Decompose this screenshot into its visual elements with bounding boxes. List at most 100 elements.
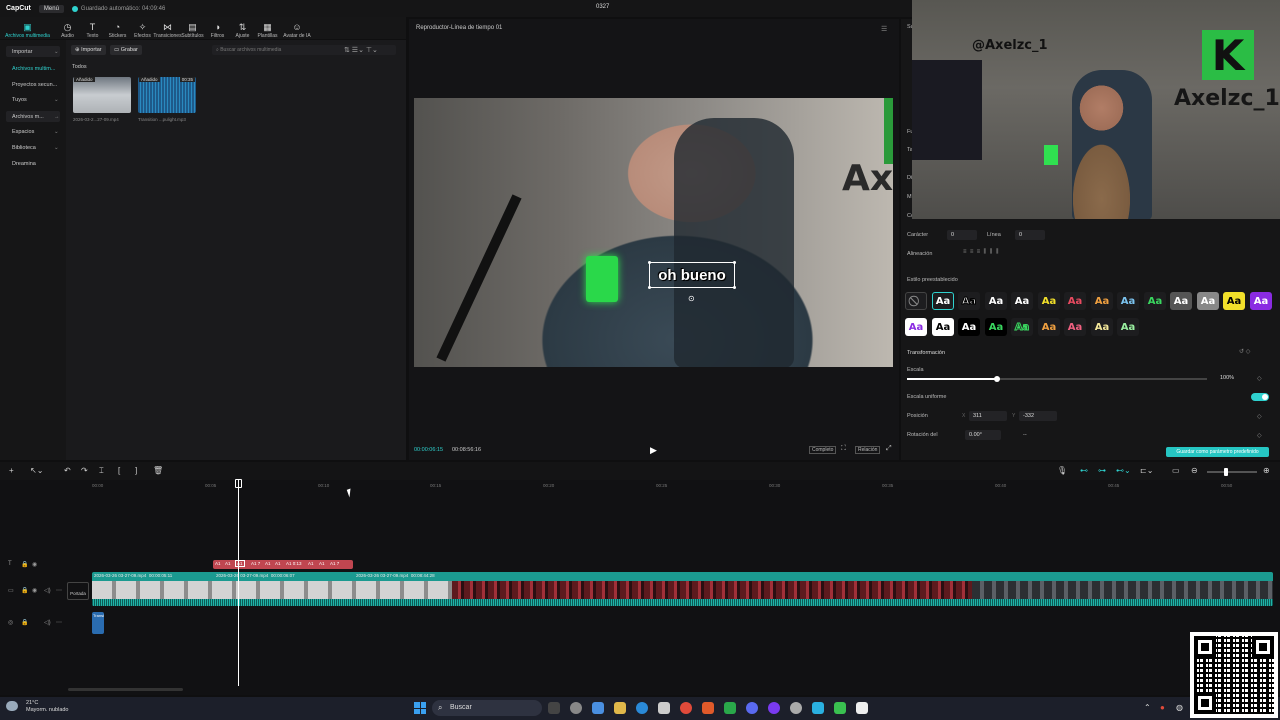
tool-audio[interactable]: ◷ Audio <box>55 22 80 39</box>
fit-icon[interactable]: ⛶ <box>841 445 846 453</box>
tool-stickers[interactable]: ◔ Stickers <box>105 22 130 39</box>
store-icon[interactable] <box>658 702 670 714</box>
split-icon[interactable]: ⌶ <box>99 466 104 476</box>
text-clip[interactable]: A1 <box>215 561 221 566</box>
audio-clip[interactable]: Transi <box>92 612 104 634</box>
gear-icon[interactable] <box>790 702 802 714</box>
more-icon[interactable]: ⋯ <box>56 587 62 594</box>
rotation-input[interactable]: 0.00° <box>965 430 1001 440</box>
eye-icon[interactable]: ◉ <box>32 587 37 594</box>
lock-icon[interactable]: 🔒 <box>21 561 28 568</box>
preset-style[interactable]: Aa <box>1038 318 1060 336</box>
add-icon[interactable]: + <box>9 466 14 475</box>
select-tool-icon[interactable]: ↖⌄ <box>30 466 43 475</box>
nav-media-files[interactable]: Archivos multim... <box>12 66 55 72</box>
playhead-handle[interactable] <box>235 479 242 488</box>
full-button[interactable]: Completo <box>809 446 837 454</box>
split-right-icon[interactable]: ] <box>135 466 137 475</box>
tool-adjust[interactable]: ⇅ Ajuste <box>230 22 255 39</box>
keyframe-icon[interactable]: ◇ <box>1257 413 1262 420</box>
scale-slider[interactable] <box>907 376 1207 382</box>
chrome-icon[interactable] <box>680 702 692 714</box>
discord-icon[interactable] <box>746 702 758 714</box>
scale-slider-thumb[interactable] <box>994 376 1000 382</box>
text-clip[interactable]: A1 0:13 <box>286 561 302 566</box>
save-preset-button[interactable]: Guardar como parámetro predefinido <box>1166 447 1269 457</box>
caption-box[interactable]: oh bueno <box>648 261 736 289</box>
preset-style[interactable]: Aa <box>1038 292 1060 310</box>
player-menu-icon[interactable]: ☰ <box>881 25 887 33</box>
text-clip[interactable]: A1 7 <box>251 561 260 566</box>
preset-style[interactable]: Aa <box>985 292 1007 310</box>
text-clip[interactable]: A1 <box>275 561 281 566</box>
tool-effects[interactable]: ✧ Efectos <box>130 22 155 39</box>
monitor-icon[interactable]: ▭ <box>1172 466 1180 475</box>
zoom-slider-thumb[interactable] <box>1224 468 1228 476</box>
tool-templates[interactable]: ▦ Plantillas <box>255 22 280 39</box>
more-icon[interactable]: ⋯ <box>56 619 62 626</box>
preset-style[interactable]: Aa <box>1064 292 1086 310</box>
preset-style[interactable]: Aa <box>1223 292 1245 310</box>
resize-handle[interactable] <box>733 261 736 264</box>
brave-icon[interactable] <box>702 702 714 714</box>
eye-icon[interactable]: ◉ <box>32 561 37 568</box>
preview-axis-icon[interactable]: ⊏⌄ <box>1140 466 1153 475</box>
weather-widget[interactable]: 21°C Mayorm. nublado <box>6 700 69 714</box>
media-thumbnail-audio[interactable]: Añadido 00:35 <box>138 77 196 113</box>
preset-style[interactable]: Aa <box>932 318 954 336</box>
obs-icon[interactable] <box>768 702 780 714</box>
cover-button[interactable]: Portada <box>67 582 89 600</box>
tool-ai-avatar[interactable]: ☺ Avatar de IA <box>280 22 314 39</box>
playhead[interactable] <box>238 480 239 686</box>
preset-style[interactable]: Aa <box>1197 292 1219 310</box>
preset-style[interactable]: Aa <box>1250 292 1272 310</box>
volume-icon[interactable]: ◁) <box>44 619 51 626</box>
text-clip[interactable]: A1 <box>225 561 231 566</box>
preset-style[interactable]: Aa <box>985 318 1007 336</box>
copilot-icon[interactable] <box>592 702 604 714</box>
preset-style[interactable]: Aa <box>1091 318 1113 336</box>
xbox-icon[interactable] <box>724 702 736 714</box>
nav-media-files-2[interactable]: Archivos m... → <box>12 114 60 120</box>
nav-library[interactable]: Biblioteca ⌄ <box>12 145 59 151</box>
rotation-extra[interactable]: -- <box>1023 432 1027 438</box>
zoom-slider[interactable] <box>1207 468 1257 476</box>
character-spacing-input[interactable]: 0 <box>947 230 977 240</box>
scale-value[interactable]: 100% <box>1220 375 1234 381</box>
preset-style[interactable]: Aa <box>1064 318 1086 336</box>
sort-icon[interactable]: ⇅ ☰⌄ ⊤⌄ <box>344 46 378 54</box>
tool-text[interactable]: T Texto <box>80 22 105 39</box>
media-thumbnail-video[interactable]: Añadido <box>73 77 131 113</box>
tool-filters[interactable]: ◑ Filtros <box>205 22 230 39</box>
tool-subtitles[interactable]: ▤ Subtítulos <box>180 22 205 39</box>
lock-icon[interactable]: 🔒 <box>21 587 28 594</box>
ratio-button[interactable]: Relación <box>855 446 881 454</box>
edge-icon[interactable] <box>636 702 648 714</box>
undo-icon[interactable]: ↶ <box>64 466 71 475</box>
menu-button[interactable]: Menú <box>38 4 64 13</box>
play-icon[interactable]: ▶ <box>650 445 657 456</box>
position-y-input[interactable]: -332 <box>1019 411 1057 421</box>
keyframe-icon[interactable]: ◇ <box>1257 432 1262 439</box>
capcut-icon[interactable] <box>856 702 868 714</box>
file-explorer-icon[interactable] <box>614 702 626 714</box>
settings-app-icon[interactable] <box>570 702 582 714</box>
reset-icon[interactable]: ↺ ◇ <box>1239 348 1250 355</box>
no-style-icon[interactable]: ⃠ <box>905 292 927 310</box>
import-button[interactable]: ⊕ Importar <box>71 45 106 55</box>
nav-import[interactable]: Importar ⌄ <box>12 49 59 55</box>
text-clip[interactable]: A1 <box>308 561 314 566</box>
fullscreen-icon[interactable]: ⤢ <box>886 445 892 453</box>
task-view-icon[interactable] <box>548 702 560 714</box>
zoom-in-icon[interactable]: ⊕ <box>1263 466 1270 475</box>
preset-style[interactable]: Aa <box>958 318 980 336</box>
resize-handle[interactable] <box>733 286 736 289</box>
preset-style[interactable]: Aa <box>932 292 954 310</box>
tray-app-icon[interactable]: ● <box>1160 703 1165 712</box>
text-track[interactable]: A1 A1 A1 A1 7 A1 A1 A1 0:13 A1 A1 A1 7 <box>213 560 353 569</box>
preset-style[interactable]: Aa <box>1170 292 1192 310</box>
nav-spaces[interactable]: Espacios ⌄ <box>12 129 59 135</box>
transform-label[interactable]: Transformación <box>907 350 945 356</box>
align-icons[interactable]: ≡ ≡ ≡ ⫼ ⫼ ⫼ <box>963 249 998 256</box>
keyframe-icon[interactable]: ◇ <box>1257 375 1262 382</box>
